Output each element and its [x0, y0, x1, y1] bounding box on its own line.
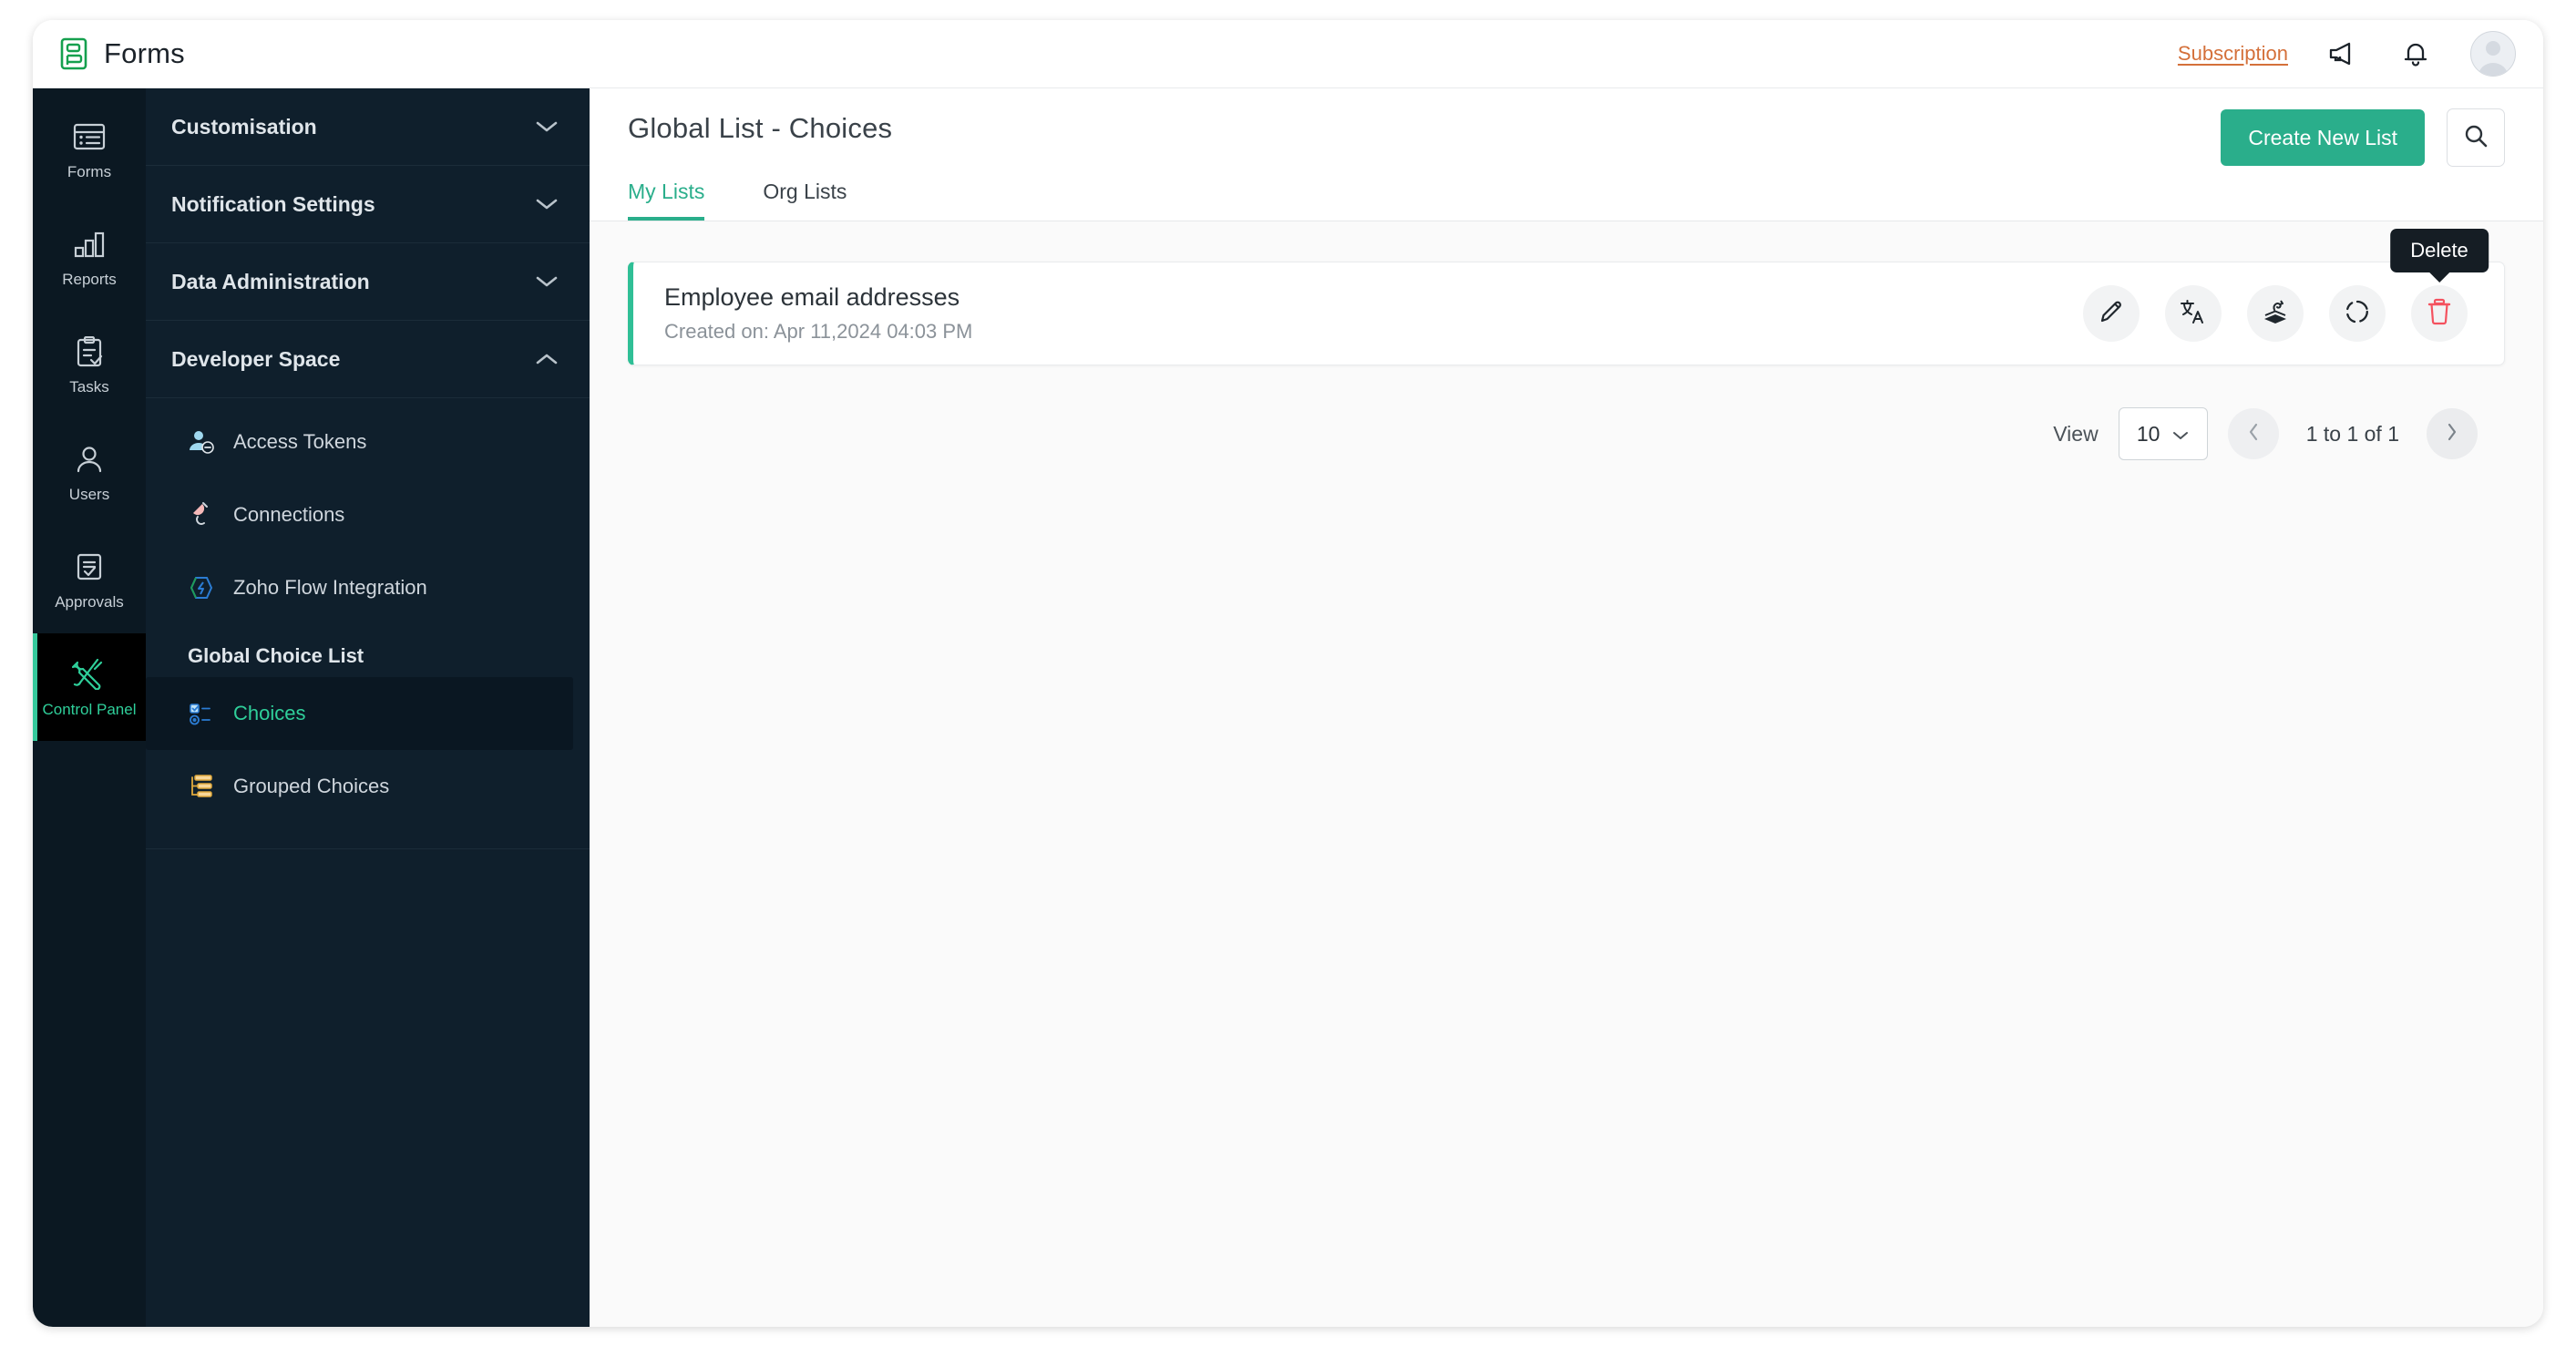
rail-label: Forms [67, 162, 112, 180]
rail-item-approvals[interactable]: Approvals [33, 526, 146, 633]
sidebar-item-label: Zoho Flow Integration [233, 576, 427, 599]
tab-bar: My Lists Org Lists [628, 180, 2505, 221]
page-range-text: 1 to 1 of 1 [2305, 421, 2399, 446]
top-bar-actions: Subscription [2178, 31, 2516, 77]
sidebar-section-label: Notification Settings [171, 191, 375, 216]
sidebar-section-notification-settings[interactable]: Notification Settings [146, 166, 590, 243]
rail-item-reports[interactable]: Reports [33, 203, 146, 311]
sidebar-item-label: Choices [233, 702, 306, 724]
subscription-link[interactable]: Subscription [2178, 42, 2288, 66]
rail-label: Users [68, 485, 110, 503]
page-title: Global List - Choices [628, 112, 893, 144]
main-header: Global List - Choices Create New List My… [590, 88, 2543, 221]
refresh-icon [2345, 299, 2370, 329]
pencil-icon [2099, 299, 2124, 329]
developer-space-items: Access Tokens Connections Zoho Flow Inte… [146, 398, 590, 849]
import-layers-icon [2262, 298, 2289, 330]
chevron-right-icon [2445, 422, 2459, 447]
user-icon [75, 441, 104, 478]
rail-item-forms[interactable]: Forms [33, 96, 146, 203]
sidebar-section-developer-space[interactable]: Developer Space [146, 321, 590, 398]
sidebar-group-title: Global Choice List [188, 644, 364, 667]
sidebar-section-label: Data Administration [171, 269, 370, 293]
sidebar-section-data-administration[interactable]: Data Administration [146, 243, 590, 321]
sidebar-item-label: Grouped Choices [233, 775, 390, 797]
pagination: View 10 1 to 1 of 1 [628, 365, 2505, 460]
sidebar-item-connections[interactable]: Connections [146, 478, 590, 551]
megaphone-icon[interactable] [2325, 36, 2361, 72]
translate-icon [2180, 298, 2207, 330]
zoho-flow-icon [188, 574, 215, 601]
sidebar-item-zoho-flow-integration[interactable]: Zoho Flow Integration [146, 551, 590, 624]
search-button[interactable] [2447, 108, 2505, 167]
chevron-left-icon [2246, 422, 2261, 447]
translate-button[interactable] [2165, 285, 2222, 342]
brand[interactable]: Forms [58, 37, 185, 70]
rail-item-users[interactable]: Users [33, 418, 146, 526]
sidebar-section-label: Developer Space [171, 346, 341, 371]
list-item-actions: Delete [2083, 229, 2489, 342]
tab-my-lists[interactable]: My Lists [628, 180, 705, 221]
chevron-down-icon [535, 270, 559, 294]
header-actions: Create New List [2221, 108, 2505, 167]
page-size-value: 10 [2136, 421, 2160, 446]
rail-item-control-panel[interactable]: Control Panel [33, 633, 146, 741]
forms-icon [73, 118, 106, 155]
edit-button[interactable] [2083, 285, 2140, 342]
view-label: View [2053, 421, 2099, 446]
rail-item-tasks[interactable]: Tasks [33, 311, 146, 418]
main-area: Global List - Choices Create New List My… [590, 88, 2543, 1327]
secondary-nav: Customisation Notification Settings Data… [146, 88, 590, 1327]
top-bar: Forms Subscription [33, 20, 2543, 88]
sidebar-section-label: Customisation [171, 114, 317, 139]
clipboard-check-icon [75, 334, 104, 370]
create-new-list-button[interactable]: Create New List [2221, 109, 2425, 166]
main-content: Employee email addresses Created on: Apr… [590, 221, 2543, 1327]
access-token-user-icon [188, 428, 215, 456]
import-button[interactable] [2247, 285, 2304, 342]
tab-org-lists[interactable]: Org Lists [763, 180, 847, 221]
delete-button[interactable]: Delete [2390, 229, 2489, 342]
search-icon [2463, 123, 2489, 153]
prev-page-button[interactable] [2227, 408, 2279, 459]
app-title: Forms [104, 37, 185, 69]
list-item-created: Created on: Apr 11,2024 04:03 PM [664, 320, 973, 343]
approval-check-icon [75, 549, 104, 585]
sync-button[interactable] [2329, 285, 2386, 342]
bar-chart-icon [73, 226, 106, 262]
trash-icon [2427, 298, 2452, 330]
user-avatar-icon[interactable] [2470, 31, 2516, 77]
tools-icon [72, 656, 107, 693]
choice-list-icon [188, 700, 215, 727]
sidebar-item-label: Access Tokens [233, 430, 367, 453]
bell-icon[interactable] [2397, 36, 2434, 72]
chevron-down-icon [2172, 422, 2189, 447]
sidebar-item-grouped-choices[interactable]: Grouped Choices [146, 750, 590, 823]
rail-label: Control Panel [42, 700, 137, 718]
next-page-button[interactable] [2427, 408, 2478, 459]
primary-nav-rail: Forms Reports Tasks Users Approvals Cont… [33, 88, 146, 1327]
tooltip-delete: Delete [2390, 229, 2489, 272]
sidebar-item-access-tokens[interactable]: Access Tokens [146, 406, 590, 478]
chevron-up-icon [535, 347, 559, 372]
plug-connection-icon [188, 501, 215, 529]
rail-label: Tasks [69, 377, 109, 396]
sidebar-section-customisation[interactable]: Customisation [146, 88, 590, 166]
app-window: Forms Subscription Forms Reports Tasks U… [33, 20, 2543, 1327]
chevron-down-icon [535, 192, 559, 217]
page-size-select[interactable]: 10 [2118, 407, 2208, 460]
sidebar-item-choices[interactable]: Choices [146, 677, 573, 750]
chevron-down-icon [535, 115, 559, 139]
rail-label: Approvals [55, 592, 124, 611]
sidebar-divider [146, 848, 590, 849]
list-item[interactable]: Employee email addresses Created on: Apr… [628, 229, 2505, 365]
grouped-choice-icon [188, 773, 215, 800]
list-item-title: Employee email addresses [664, 283, 960, 311]
rail-label: Reports [62, 270, 117, 288]
body: Forms Reports Tasks Users Approvals Cont… [33, 88, 2543, 1327]
list-item-info: Employee email addresses Created on: Apr… [664, 283, 972, 344]
forms-logo-icon [58, 37, 89, 70]
sidebar-item-label: Connections [233, 503, 345, 526]
